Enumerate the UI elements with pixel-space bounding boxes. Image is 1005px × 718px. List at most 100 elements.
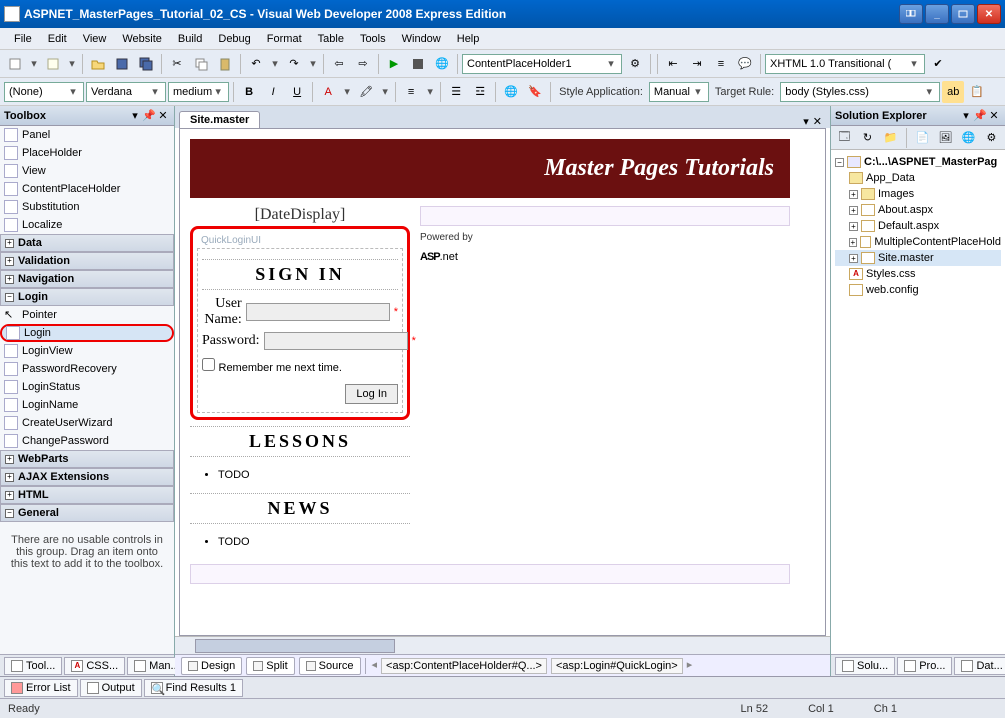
control-selector[interactable]: ContentPlaceHolder1▾ bbox=[462, 54, 622, 74]
menu-tools[interactable]: Tools bbox=[352, 31, 394, 47]
bookmark-icon[interactable]: 🔖 bbox=[524, 81, 546, 103]
menu-help[interactable]: Help bbox=[449, 31, 488, 47]
se-close-icon[interactable]: ✕ bbox=[987, 109, 1001, 123]
toolbox-item-contentplaceholder[interactable]: ContentPlaceHolder bbox=[0, 180, 174, 198]
view-design-tab[interactable]: Design bbox=[181, 657, 242, 675]
font-selector[interactable]: Verdana▾ bbox=[86, 82, 166, 102]
tag-selector[interactable]: (None)▾ bbox=[4, 82, 84, 102]
nav-fwd-icon[interactable]: ⇨ bbox=[352, 53, 374, 75]
login-smart-tag[interactable]: QuickLoginUI bbox=[197, 233, 403, 248]
copy-icon[interactable] bbox=[190, 53, 212, 75]
doctype-selector[interactable]: XHTML 1.0 Transitional (▾ bbox=[765, 54, 925, 74]
toolbox-item-view[interactable]: View bbox=[0, 162, 174, 180]
toolbox-group-html[interactable]: +HTML bbox=[0, 486, 174, 504]
align-icon[interactable]: ≡ bbox=[710, 53, 732, 75]
maximize-button[interactable] bbox=[951, 4, 975, 24]
indent-more-icon[interactable]: ⇥ bbox=[686, 53, 708, 75]
toolbox-item-panel[interactable]: Panel bbox=[0, 126, 174, 144]
italic-icon[interactable]: I bbox=[262, 81, 284, 103]
toolbox-item-localize[interactable]: Localize bbox=[0, 216, 174, 234]
bold-icon[interactable]: B bbox=[238, 81, 260, 103]
se-view-code-icon[interactable]: 📄 bbox=[913, 127, 932, 149]
menu-format[interactable]: Format bbox=[259, 31, 310, 47]
menu-debug[interactable]: Debug bbox=[210, 31, 258, 47]
save-all-icon[interactable] bbox=[135, 53, 157, 75]
toolbox-group-login[interactable]: −Login bbox=[0, 288, 174, 306]
tab-database[interactable]: Dat... bbox=[954, 657, 1005, 675]
indent-less-icon[interactable]: ⇤ bbox=[662, 53, 684, 75]
tree-about[interactable]: About.aspx bbox=[878, 204, 933, 216]
menu-edit[interactable]: Edit bbox=[40, 31, 75, 47]
stop-icon[interactable] bbox=[407, 53, 429, 75]
numbering-icon[interactable]: ☲ bbox=[469, 81, 491, 103]
se-view-designer-icon[interactable]: 🖼 bbox=[936, 127, 955, 149]
tab-output[interactable]: Output bbox=[80, 679, 142, 697]
menu-website[interactable]: Website bbox=[114, 31, 170, 47]
doc-tab-close-icon[interactable]: ✕ bbox=[813, 115, 822, 128]
tree-root[interactable]: C:\...\ASPNET_MasterPag bbox=[864, 156, 997, 168]
tab-toolbox[interactable]: Tool... bbox=[4, 657, 62, 675]
bullets-icon[interactable]: ☰ bbox=[445, 81, 467, 103]
footer-placeholder[interactable] bbox=[190, 564, 790, 584]
toolbox-item-createuserwizard[interactable]: CreateUserWizard bbox=[0, 414, 174, 432]
tree-webconfig[interactable]: web.config bbox=[866, 284, 919, 296]
horizontal-scrollbar[interactable] bbox=[175, 636, 830, 654]
toolbox-group-data[interactable]: +Data bbox=[0, 234, 174, 252]
view-source-tab[interactable]: Source bbox=[299, 657, 361, 675]
toolbox-item-substitution[interactable]: Substitution bbox=[0, 198, 174, 216]
tab-solution[interactable]: Solu... bbox=[835, 657, 895, 675]
validate-icon[interactable]: ✔ bbox=[927, 53, 949, 75]
design-surface[interactable]: Master Pages Tutorials [DateDisplay] Qui… bbox=[179, 128, 826, 636]
view-split-tab[interactable]: Split bbox=[246, 657, 294, 675]
restore-alt-button[interactable] bbox=[899, 4, 923, 24]
toolbox-close-icon[interactable]: ✕ bbox=[156, 109, 170, 123]
save-icon[interactable] bbox=[111, 53, 133, 75]
align-left-icon[interactable]: ≡ bbox=[400, 81, 422, 103]
login-button[interactable]: Log In bbox=[345, 384, 398, 404]
nav-back-icon[interactable]: ⇦ bbox=[328, 53, 350, 75]
tab-css[interactable]: ACSS... bbox=[64, 657, 125, 675]
main-content-placeholder[interactable] bbox=[420, 206, 790, 226]
remember-checkbox[interactable] bbox=[202, 358, 215, 371]
se-pin-icon[interactable]: 📌 bbox=[973, 109, 987, 123]
tree-styles[interactable]: Styles.css bbox=[866, 268, 916, 280]
undo-icon[interactable]: ↶ bbox=[245, 53, 267, 75]
se-refresh-icon[interactable]: ↻ bbox=[858, 127, 877, 149]
toolbox-item-login[interactable]: Login bbox=[0, 324, 174, 342]
tab-properties[interactable]: Pro... bbox=[897, 657, 952, 675]
new-project-icon[interactable] bbox=[4, 53, 26, 75]
minimize-button[interactable]: _ bbox=[925, 4, 949, 24]
se-properties-icon[interactable]: 🗔 bbox=[835, 127, 854, 149]
doc-tab-dropdown-icon[interactable]: ▾ bbox=[803, 115, 809, 128]
se-nest-icon[interactable]: 📁 bbox=[881, 127, 900, 149]
css-apply-icon[interactable]: 📋 bbox=[966, 81, 988, 103]
toolbox-group-navigation[interactable]: +Navigation bbox=[0, 270, 174, 288]
toolbox-item-pointer[interactable]: ↖Pointer bbox=[0, 306, 174, 324]
menu-view[interactable]: View bbox=[75, 31, 115, 47]
forecolor-icon[interactable]: A bbox=[317, 81, 339, 103]
se-config-icon[interactable]: ⚙ bbox=[982, 127, 1001, 149]
toolbox-item-changepassword[interactable]: ChangePassword bbox=[0, 432, 174, 450]
toolbox-group-webparts[interactable]: +WebParts bbox=[0, 450, 174, 468]
hyperlink-icon[interactable]: 🌐 bbox=[500, 81, 522, 103]
toolbox-group-ajax[interactable]: +AJAX Extensions bbox=[0, 468, 174, 486]
size-selector[interactable]: medium▾ bbox=[168, 82, 229, 102]
toolbox-item-passwordrecovery[interactable]: PasswordRecovery bbox=[0, 360, 174, 378]
style-app-selector[interactable]: Manual▾ bbox=[649, 82, 709, 102]
tab-findresults[interactable]: 🔍Find Results 1 bbox=[144, 679, 243, 697]
backcolor-icon[interactable]: 🖍 bbox=[355, 81, 377, 103]
se-copy-web-icon[interactable]: 🌐 bbox=[959, 127, 978, 149]
breadcrumb-login[interactable]: <asp:Login#QuickLogin> bbox=[551, 658, 683, 674]
open-icon[interactable] bbox=[87, 53, 109, 75]
underline-icon[interactable]: U bbox=[286, 81, 308, 103]
se-dropdown-icon[interactable]: ▾ bbox=[959, 109, 973, 123]
target-rule-selector[interactable]: body (Styles.css)▾ bbox=[780, 82, 940, 102]
tree-sitemaster[interactable]: Site.master bbox=[878, 252, 934, 264]
tree-appdata[interactable]: App_Data bbox=[866, 172, 915, 184]
toolbox-item-placeholder[interactable]: PlaceHolder bbox=[0, 144, 174, 162]
toolbox-item-loginname[interactable]: LoginName bbox=[0, 396, 174, 414]
close-button[interactable]: ✕ bbox=[977, 4, 1001, 24]
tab-errorlist[interactable]: Error List bbox=[4, 679, 78, 697]
cut-icon[interactable]: ✂ bbox=[166, 53, 188, 75]
toolbox-item-loginview[interactable]: LoginView bbox=[0, 342, 174, 360]
